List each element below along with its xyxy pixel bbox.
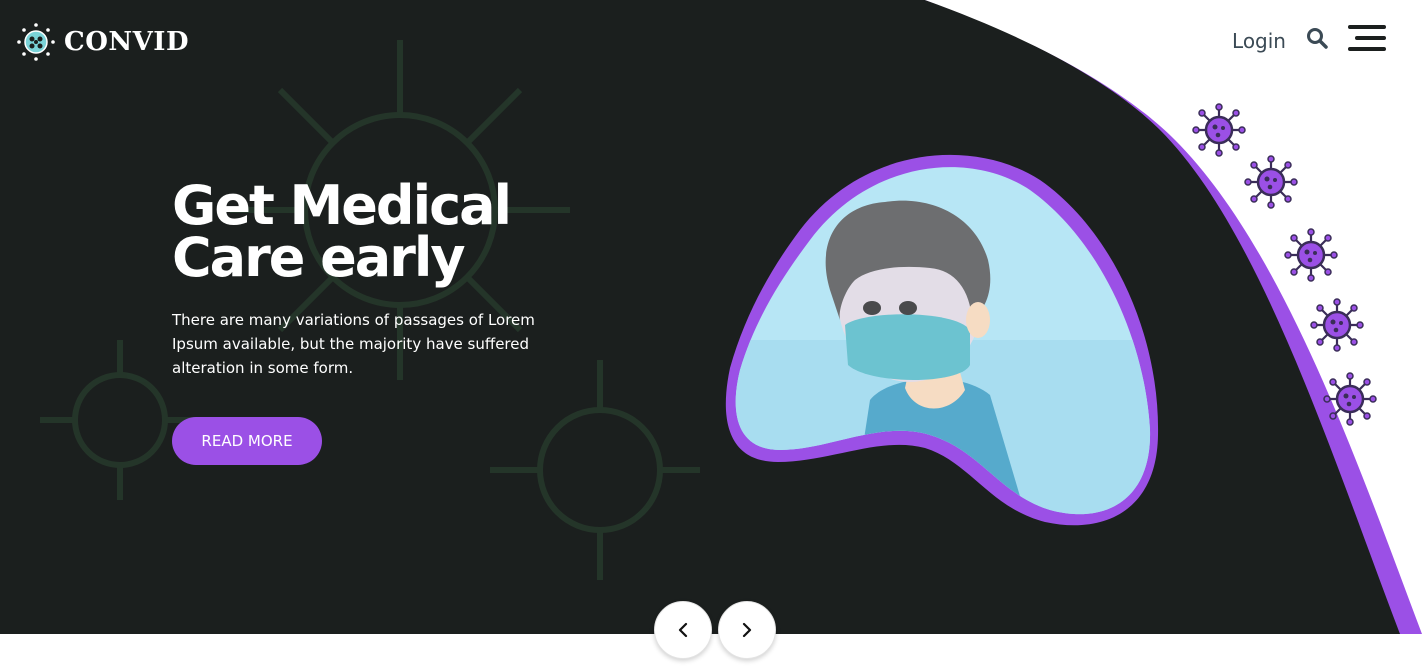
top-nav: Login <box>1232 24 1386 57</box>
virus-icon <box>1244 155 1298 209</box>
chevron-left-icon <box>678 622 688 638</box>
virus-icon <box>1310 298 1364 352</box>
brand-name: CONVID <box>64 27 189 57</box>
login-link[interactable]: Login <box>1232 29 1286 53</box>
hero-title: Get Medical Care early <box>172 174 512 289</box>
hero-section: CONVID Login Get Medical Care early Ther… <box>0 0 1422 634</box>
read-more-button[interactable]: READ MORE <box>172 417 322 465</box>
hamburger-menu-icon[interactable] <box>1348 24 1386 57</box>
slider-controls <box>654 601 776 659</box>
prev-slide-button[interactable] <box>654 601 712 659</box>
virus-icon <box>1323 372 1377 426</box>
hero-description: There are many variations of passages of… <box>172 311 535 377</box>
next-slide-button[interactable] <box>718 601 776 659</box>
chevron-right-icon <box>742 622 752 638</box>
virus-icon <box>1192 103 1246 157</box>
virus-logo-icon <box>17 23 55 61</box>
search-icon[interactable] <box>1306 27 1328 54</box>
virus-icon <box>1284 228 1338 282</box>
brand-logo[interactable]: CONVID <box>16 22 189 62</box>
hero-content: Get Medical Care early There are many va… <box>172 174 592 380</box>
masked-person-illustration <box>725 154 1159 526</box>
